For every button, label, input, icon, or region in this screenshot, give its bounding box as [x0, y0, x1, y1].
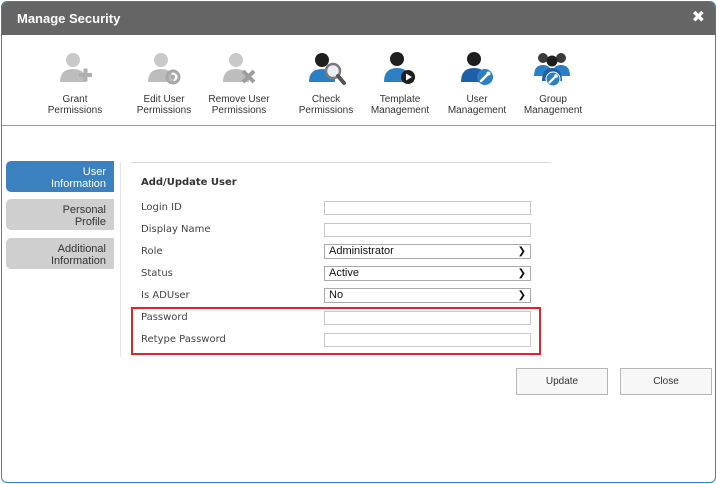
user-add-icon: [60, 53, 92, 82]
tool-label-line1: Edit User: [143, 94, 185, 105]
user-remove-icon: [223, 53, 256, 84]
login-id-label: Login ID: [141, 202, 182, 213]
tab-label-line1: Personal: [62, 204, 106, 216]
dialog-title: Manage Security: [17, 11, 121, 26]
tool-label-line2: Management: [370, 105, 430, 116]
edit-user-permissions-button[interactable]: Edit User Permissions: [124, 49, 204, 116]
check-permissions-label: Check Permissions: [286, 94, 366, 116]
user-management-button[interactable]: User Management: [437, 49, 517, 116]
close-icon[interactable]: ✖: [692, 9, 705, 25]
group-management-label: Group Management: [513, 94, 593, 116]
tab-additional-information[interactable]: Additional Information: [6, 238, 114, 269]
tab-label-line2: Information: [50, 255, 106, 267]
login-id-input[interactable]: [324, 201, 531, 215]
tool-label-line2: Permissions: [136, 105, 192, 116]
user-edit-gear-icon: [148, 53, 181, 85]
tab-label-line1: Additional: [57, 243, 106, 255]
is-aduser-select-value: No: [329, 289, 344, 301]
user-wrench-icon: [461, 52, 493, 85]
is-aduser-label: Is ADUser: [141, 290, 190, 301]
user-management-label: User Management: [437, 94, 517, 116]
tab-user-information[interactable]: User Information: [6, 161, 114, 192]
toolbar: Grant Permissions Edit User Permissions: [2, 35, 715, 126]
user-search-icon: [309, 53, 346, 85]
display-name-label: Display Name: [141, 224, 211, 235]
group-management-button[interactable]: Group Management: [513, 49, 593, 116]
is-aduser-select[interactable]: No ❯: [324, 288, 531, 303]
tool-label-line2: Permissions: [47, 105, 103, 116]
status-select[interactable]: Active ❯: [324, 266, 531, 281]
tool-label-line2: Management: [447, 105, 507, 116]
tool-label-line1: User: [466, 94, 488, 105]
chevron-down-icon: ❯: [517, 290, 526, 301]
tab-label-line2: Information: [50, 178, 106, 190]
tool-label-line1: Group: [539, 94, 567, 105]
manage-security-dialog: Manage Security ✖ Grant Permissions Edit…: [1, 1, 716, 483]
tab-label-line1: User: [82, 166, 106, 178]
display-name-input[interactable]: [324, 223, 531, 237]
tool-label-line1: Grant: [62, 94, 88, 105]
password-highlight-box: [131, 307, 541, 355]
form-title: Add/Update User: [141, 177, 237, 188]
grant-permissions-button[interactable]: Grant Permissions: [35, 49, 115, 116]
group-wrench-icon: [534, 53, 570, 87]
status-select-value: Active: [329, 267, 359, 279]
update-button[interactable]: Update: [516, 368, 608, 395]
close-button[interactable]: Close: [620, 368, 712, 395]
remove-user-permissions-button[interactable]: Remove User Permissions: [199, 49, 279, 116]
check-permissions-button[interactable]: Check Permissions: [286, 49, 366, 116]
title-bar: Manage Security ✖: [2, 2, 715, 35]
template-management-button[interactable]: Template Management: [360, 49, 440, 116]
tool-label-line1: Remove User: [208, 94, 270, 105]
role-select-value: Administrator: [329, 245, 394, 257]
chevron-down-icon: ❯: [517, 268, 526, 279]
role-select[interactable]: Administrator ❯: [324, 244, 531, 259]
tool-label-line2: Management: [523, 105, 583, 116]
status-label: Status: [141, 268, 173, 279]
grant-permissions-label: Grant Permissions: [35, 94, 115, 116]
tool-label-line1: Check: [311, 94, 341, 105]
role-label: Role: [141, 246, 163, 257]
tab-personal-profile[interactable]: Personal Profile: [6, 199, 114, 230]
tool-label-line2: Permissions: [211, 105, 267, 116]
edit-user-permissions-label: Edit User Permissions: [124, 94, 204, 116]
remove-user-permissions-label: Remove User Permissions: [199, 94, 279, 116]
chevron-down-icon: ❯: [517, 246, 526, 257]
tool-label-line1: Template: [379, 94, 421, 105]
user-template-icon: [384, 52, 415, 84]
template-management-label: Template Management: [360, 94, 440, 116]
panel-divider-vertical: [120, 162, 121, 357]
tab-label-line2: Profile: [74, 216, 106, 228]
tool-label-line2: Permissions: [298, 105, 354, 116]
panel-divider-horizontal: [131, 162, 551, 163]
